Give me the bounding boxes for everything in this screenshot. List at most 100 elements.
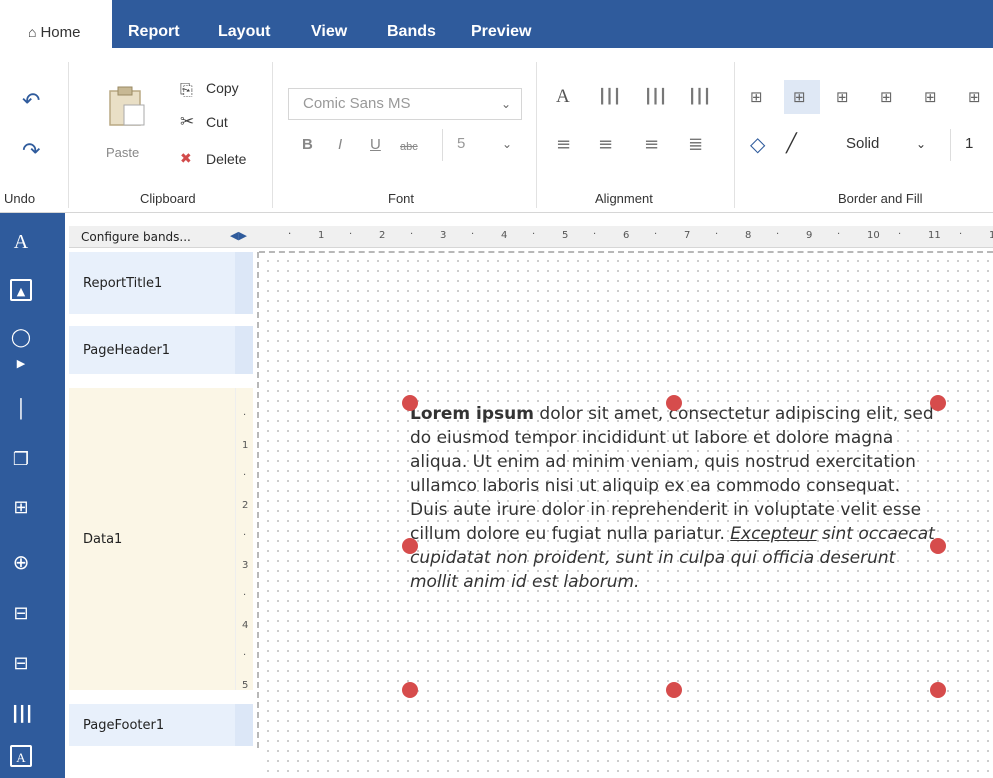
resize-handle-top-left[interactable] [402, 395, 418, 411]
font-group-label: Font [388, 191, 415, 206]
paste-label: Paste [106, 145, 140, 160]
ruler-label: 9 [806, 230, 813, 241]
bold-button[interactable]: B [302, 136, 313, 153]
border-left-right-icon[interactable]: ⊞ [924, 88, 937, 106]
paste-button[interactable]: Paste [100, 85, 150, 165]
barcode-tool-icon[interactable]: ┃┃┃ [10, 703, 33, 725]
font-family-select[interactable]: Comic Sans MS ⌄ [288, 88, 522, 120]
shape-tool-icon[interactable]: ◯ [10, 327, 32, 349]
globe-tool-icon[interactable]: ⊕ [10, 551, 32, 573]
tab-report[interactable]: Report [128, 0, 180, 48]
align-left-icon[interactable]: ≡ [556, 136, 571, 154]
tab-report-label: Report [128, 23, 180, 40]
resize-handle-bottom-left[interactable] [402, 682, 418, 698]
band-resize-bar[interactable] [235, 704, 253, 746]
ruler-label: 10 [867, 230, 880, 241]
resize-handle-bottom-right[interactable] [930, 682, 946, 698]
align-center-icon[interactable]: ≡ [598, 136, 613, 154]
separator [272, 62, 273, 208]
ruler-tick: · [243, 410, 247, 421]
bands-panel-header: Configure bands... ◀▶ [69, 226, 258, 248]
distribute-center-icon[interactable]: ┃┃┃ [644, 88, 667, 106]
font-glyph-icon[interactable]: A [556, 87, 570, 106]
ruler-label: 5 [562, 230, 569, 241]
text-object[interactable]: Lorem ipsum dolor sit amet, consectetur … [410, 402, 942, 594]
text-tool-icon[interactable]: A [10, 231, 32, 253]
ruler-label: 6 [623, 230, 630, 241]
tab-home[interactable]: ⌂ Home [0, 0, 112, 48]
separator [734, 62, 735, 208]
tab-home-label: Home [40, 24, 81, 41]
separator [536, 62, 537, 208]
border-width-input[interactable]: 1 [950, 129, 993, 161]
ribbon-tab-bar: ⌂ Home Report Layout View Bands Preview [0, 0, 993, 48]
undo-group-label: Undo [4, 191, 36, 206]
band-label: Data1 [83, 531, 123, 547]
band-resize-bar[interactable] [235, 326, 253, 374]
band-report-title[interactable]: ReportTitle1 [69, 252, 235, 314]
underline-button[interactable]: U [370, 136, 381, 153]
vertical-ruler: 1 · 2 · 3 · 4 · 5 · [238, 388, 254, 700]
distribute-right-icon[interactable]: ┃┃┃ [688, 88, 711, 106]
band-page-footer[interactable]: PageFooter1 [69, 704, 235, 746]
line-tool-icon[interactable]: │ [10, 399, 32, 421]
configure-bands-link[interactable]: Configure bands... [81, 230, 191, 244]
tab-preview[interactable]: Preview [471, 0, 531, 48]
copy-button[interactable]: ⎘ Copy [180, 80, 239, 102]
chevron-down-icon: ⌄ [501, 137, 512, 151]
chart-tool-icon[interactable]: ⊟ [10, 603, 32, 625]
resize-arrows-icon[interactable]: ◀▶ [230, 229, 247, 242]
tab-layout-label: Layout [218, 23, 271, 40]
ruler-tick: · [898, 229, 902, 240]
band-page-header[interactable]: PageHeader1 [69, 326, 235, 374]
strikethrough-button[interactable]: abc [400, 141, 418, 153]
ruler-tick: · [837, 229, 841, 240]
delete-button[interactable]: ✖ Delete [180, 151, 246, 173]
resize-handle-middle-left[interactable] [402, 538, 418, 554]
ruler-label: 12 [989, 230, 993, 241]
italic-button[interactable]: I [338, 136, 342, 153]
undo-icon[interactable]: ↶ [22, 91, 40, 113]
rich-text-tool-icon[interactable]: A [10, 745, 32, 767]
ruler-label: 1 [242, 440, 249, 451]
ruler-label: 5 [242, 680, 249, 691]
picture-tool-icon[interactable]: ▲ [10, 279, 32, 301]
align-right-icon[interactable]: ≡ [644, 136, 659, 154]
distribute-horizontal-icon[interactable]: ┃┃┃ [598, 88, 621, 106]
tab-view[interactable]: View [311, 0, 347, 48]
matrix-tool-icon[interactable]: ⊟ [10, 653, 32, 675]
border-none-button[interactable]: ⊞ [784, 80, 820, 114]
band-data[interactable]: Data1 [69, 388, 235, 690]
resize-handle-middle-right[interactable] [930, 538, 946, 554]
separator [68, 62, 69, 208]
align-justify-icon[interactable]: ≣ [688, 136, 703, 154]
tab-layout[interactable]: Layout [218, 0, 270, 48]
font-size-select[interactable]: 5 ⌄ [442, 129, 522, 161]
ruler-tick: · [349, 229, 353, 240]
horizontal-ruler: ·1·2·3·4·5·6·7·8·9·10·11·12· [258, 226, 993, 248]
line-color-icon[interactable]: ╱ [786, 135, 797, 153]
table-tool-icon[interactable]: ⊞ [10, 497, 32, 519]
page-margin-left [257, 252, 259, 748]
tab-bands[interactable]: Bands [387, 0, 436, 48]
ruler-tick: · [288, 229, 292, 240]
subreport-tool-icon[interactable]: ❐ [10, 449, 32, 471]
fill-color-icon[interactable]: ◇ [750, 134, 765, 154]
resize-handle-top-center[interactable] [666, 395, 682, 411]
band-resize-bar[interactable] [235, 252, 253, 314]
resize-handle-bottom-center[interactable] [666, 682, 682, 698]
ruler-label: 8 [745, 230, 752, 241]
cut-icon: ✂ [180, 112, 195, 132]
border-style-select[interactable]: Solid ⌄ [832, 129, 936, 161]
expand-arrow-icon[interactable]: ▶ [10, 353, 32, 375]
border-outside-icon[interactable]: ⊞ [836, 88, 849, 106]
border-all-icon[interactable]: ⊞ [750, 88, 763, 106]
border-more-icon[interactable]: ⊞ [968, 88, 981, 106]
chevron-down-icon: ⌄ [915, 137, 926, 151]
cut-button[interactable]: ✂ Cut [180, 112, 228, 134]
border-top-bottom-icon[interactable]: ⊞ [880, 88, 893, 106]
redo-icon[interactable]: ↷ [22, 141, 40, 163]
text-normal-part: dolor sit amet, consectetur adipiscing e… [410, 404, 934, 544]
resize-handle-top-right[interactable] [930, 395, 946, 411]
font-family-value: Comic Sans MS [303, 95, 411, 112]
